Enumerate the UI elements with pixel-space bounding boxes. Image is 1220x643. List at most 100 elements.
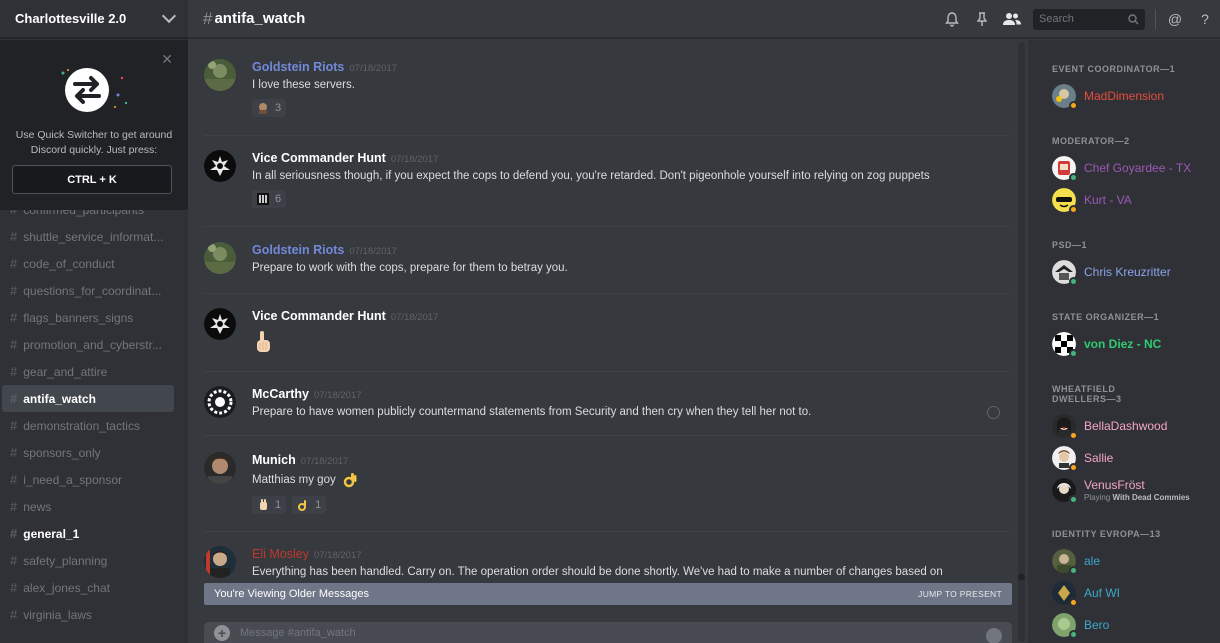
- member-item[interactable]: Kurt - VA: [1052, 186, 1212, 214]
- role-header: IDENTITY EVROPA—13: [1052, 529, 1161, 539]
- status-indicator: [1069, 630, 1078, 639]
- message-text: Matthias my goy: [252, 472, 358, 488]
- member-name: Sallie: [1084, 451, 1114, 465]
- member-item[interactable]: VenusFröst Playing With Dead Commies: [1052, 476, 1212, 504]
- message-input[interactable]: + Message #antifa_watch: [204, 622, 1012, 643]
- channel-questions[interactable]: # questions_for_coordinat...: [0, 277, 188, 304]
- channel-general-1[interactable]: # general_1: [0, 520, 188, 547]
- reaction[interactable]: 1: [292, 496, 327, 514]
- avatar: [1052, 478, 1078, 504]
- member-item[interactable]: Sallie: [1052, 444, 1212, 472]
- search-placeholder: Search: [1039, 13, 1074, 25]
- help-icon[interactable]: ?: [1190, 9, 1220, 29]
- bell-icon[interactable]: [937, 9, 967, 29]
- timestamp: 07/18/2017: [349, 63, 397, 74]
- status-indicator: [1069, 277, 1078, 286]
- message-scrollbar[interactable]: [1018, 42, 1025, 642]
- channel-promotion[interactable]: # promotion_and_cyberstr...: [0, 331, 188, 358]
- channel-virginia-laws[interactable]: # virginia_laws: [0, 601, 188, 628]
- quick-switcher-line2: Discord quickly. Just press:: [30, 144, 158, 156]
- author-name[interactable]: Goldstein Riots: [252, 243, 344, 257]
- status-indicator: [1069, 598, 1078, 607]
- quick-switcher-text: Use Quick Switcher to get around Discord…: [8, 128, 180, 158]
- member-item[interactable]: Chef Goyardee - TX: [1052, 154, 1212, 182]
- activity-prefix: Playing: [1084, 493, 1113, 502]
- member-item[interactable]: Chris Kreuzritter: [1052, 258, 1212, 286]
- channel-alex-jones-chat[interactable]: # alex_jones_chat: [0, 574, 188, 601]
- avatar[interactable]: [204, 386, 236, 418]
- message-input-placeholder: Message #antifa_watch: [240, 627, 356, 639]
- member-item[interactable]: BellaDashwood: [1052, 412, 1212, 440]
- channel-demonstration-tactics[interactable]: # demonstration_tactics: [0, 412, 188, 439]
- jump-to-present-button[interactable]: JUMP TO PRESENT: [918, 589, 1002, 599]
- message-list: Goldstein Riots 07/18/2017 I love these s…: [188, 40, 1020, 643]
- timestamp: 07/18/2017: [390, 154, 439, 165]
- channel-label: sponsors_only: [23, 445, 101, 460]
- server-name: Charlottesville 2.0: [15, 11, 127, 26]
- member-item[interactable]: Auf WI: [1052, 579, 1212, 607]
- add-reaction-icon[interactable]: [987, 406, 1000, 419]
- author-name[interactable]: Goldstein Riots: [252, 60, 344, 74]
- status-indicator: [1069, 349, 1078, 358]
- channel-safety-planning[interactable]: # safety_planning: [0, 547, 188, 574]
- message-header: Eli Mosley 07/18/2017: [252, 547, 362, 561]
- channel-shuttle-service[interactable]: # shuttle_service_informat...: [0, 223, 188, 250]
- members-icon[interactable]: [997, 9, 1027, 29]
- member-name: Bero: [1084, 618, 1110, 632]
- search-icon: [1128, 13, 1139, 24]
- author-name[interactable]: McCarthy: [252, 387, 309, 401]
- message-divider: [204, 435, 1010, 436]
- hash-icon: #: [10, 364, 18, 379]
- server-header[interactable]: Charlottesville 2.0: [0, 0, 188, 38]
- chevron-down-icon[interactable]: [161, 8, 177, 24]
- channel-label: safety_planning: [23, 553, 108, 568]
- channel-code-of-conduct[interactable]: # code_of_conduct: [0, 250, 188, 277]
- member-item[interactable]: Bero: [1052, 611, 1212, 639]
- member-item[interactable]: ale: [1052, 547, 1212, 575]
- avatar[interactable]: [204, 242, 236, 274]
- pin-icon[interactable]: [967, 9, 997, 29]
- message-group: Vice Commander Hunt 07/18/2017 In all ser…: [204, 150, 1010, 220]
- channel-sponsors-only[interactable]: # sponsors_only: [0, 439, 188, 466]
- member-item[interactable]: MadDimension: [1052, 82, 1212, 110]
- avatar[interactable]: [204, 452, 236, 484]
- author-name[interactable]: Vice Commander Hunt: [252, 151, 386, 165]
- author-name[interactable]: Vice Commander Hunt: [252, 309, 386, 323]
- author-name[interactable]: Munich: [252, 453, 296, 467]
- channel-news[interactable]: # news: [0, 493, 188, 520]
- reaction[interactable]: 3: [252, 99, 287, 117]
- emoji-picker-icon[interactable]: [986, 628, 1002, 643]
- close-icon[interactable]: ✕: [161, 51, 173, 68]
- channel-antifa-watch[interactable]: # antifa_watch: [2, 385, 174, 412]
- reaction[interactable]: 6: [252, 190, 287, 208]
- channel-label: alex_jones_chat: [23, 580, 110, 595]
- older-messages-bar: You're Viewing Older Messages JUMP TO PR…: [204, 583, 1012, 605]
- search-input[interactable]: Search: [1033, 8, 1145, 30]
- member-name: BellaDashwood: [1084, 419, 1168, 433]
- reaction[interactable]: 1: [252, 496, 287, 514]
- mention-icon[interactable]: @: [1160, 9, 1190, 29]
- message-text: I love these servers.: [252, 79, 355, 91]
- avatar[interactable]: [204, 59, 236, 91]
- message-scrollbar-thumb[interactable]: [1018, 574, 1025, 580]
- member-item[interactable]: von Diez - NC: [1052, 330, 1212, 358]
- channel-flags-banners[interactable]: # flags_banners_signs: [0, 304, 188, 331]
- message-group: Munich 07/18/2017 Matthias my goy 1 1: [204, 452, 1010, 532]
- quick-switcher-shortcut[interactable]: CTRL + K: [12, 165, 172, 194]
- status-indicator: [1069, 495, 1078, 504]
- message-text: Prepare to work with the cops, prepare f…: [252, 262, 568, 274]
- avatar[interactable]: [204, 308, 236, 340]
- channel-i-need-a-sponsor[interactable]: # i_need_a_sponsor: [0, 466, 188, 493]
- channel-label: flags_banners_signs: [23, 310, 134, 325]
- hash-icon: #: [10, 337, 18, 352]
- author-name[interactable]: Eli Mosley: [252, 547, 309, 561]
- avatar[interactable]: [204, 546, 236, 578]
- channel-gear-and-attire[interactable]: # gear_and_attire: [0, 358, 188, 385]
- member-name: Auf WI: [1084, 586, 1121, 600]
- older-messages-text: You're Viewing Older Messages: [214, 588, 369, 600]
- avatar[interactable]: [204, 150, 236, 182]
- pointing-hand-emoji-icon: [252, 330, 274, 357]
- upload-plus-icon[interactable]: +: [214, 625, 230, 641]
- reactions: 3: [252, 99, 287, 117]
- role-header: WHEATFIELD DWELLERS—3: [1052, 384, 1122, 404]
